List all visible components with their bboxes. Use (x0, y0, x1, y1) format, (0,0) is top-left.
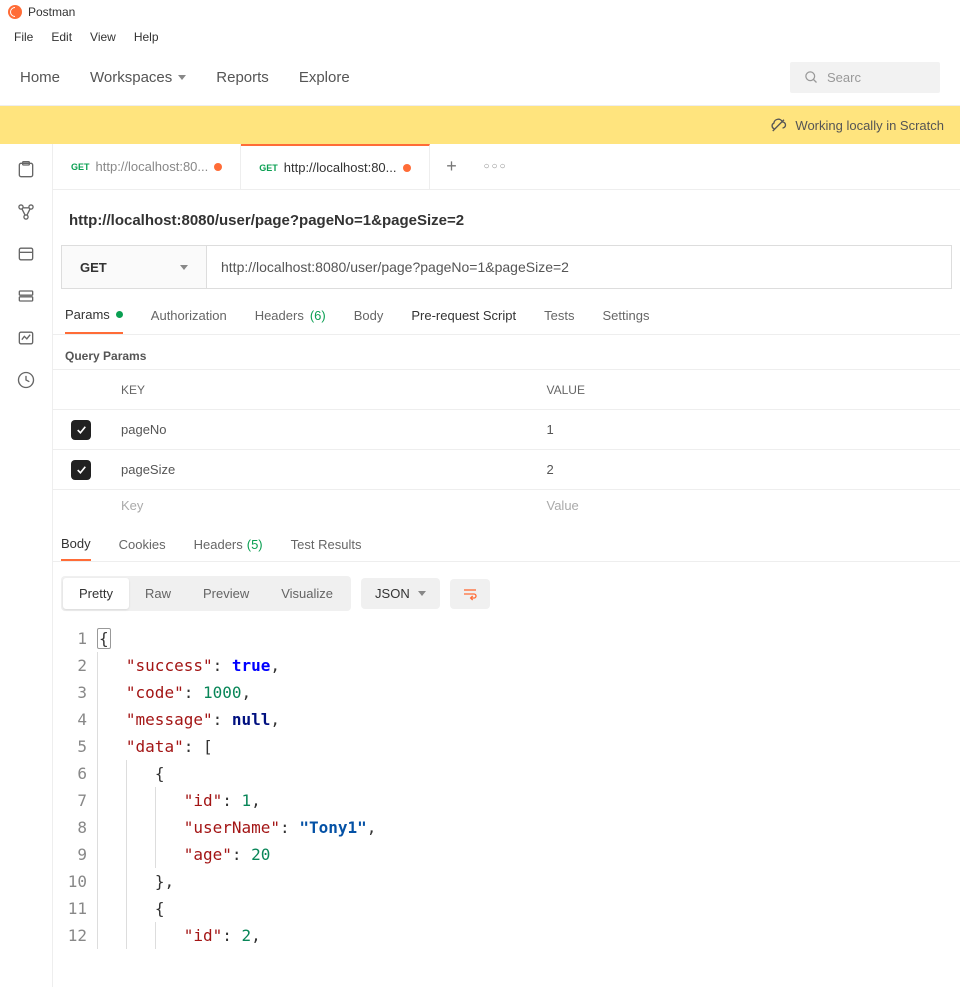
response-tabs: Body Cookies Headers (5) Test Results (53, 520, 960, 562)
tab-tests[interactable]: Tests (544, 307, 574, 334)
window-title: Postman (28, 5, 75, 19)
param-value[interactable]: 2 (535, 462, 960, 477)
table-row[interactable]: pageSize 2 (53, 450, 960, 490)
menu-edit[interactable]: Edit (43, 26, 80, 48)
tab-method: GET (71, 162, 90, 172)
resp-tab-body[interactable]: Body (61, 536, 91, 561)
menu-file[interactable]: File (6, 26, 41, 48)
nav-explore[interactable]: Explore (299, 69, 350, 86)
collections-icon[interactable] (16, 160, 36, 180)
col-value: VALUE (535, 383, 960, 397)
top-nav: Home Workspaces Reports Explore Searc (0, 50, 960, 106)
unsaved-dot (403, 164, 411, 172)
chevron-down-icon (180, 265, 188, 270)
menu-view[interactable]: View (82, 26, 124, 48)
tab-authorization[interactable]: Authorization (151, 307, 227, 334)
param-value-placeholder[interactable]: Value (535, 498, 960, 513)
nav-home[interactable]: Home (20, 69, 60, 86)
nav-reports[interactable]: Reports (216, 69, 269, 86)
tab-overflow-button[interactable]: ○○○ (474, 161, 518, 172)
chevron-down-icon (418, 591, 426, 596)
apis-icon[interactable] (16, 202, 36, 222)
tab-headers[interactable]: Headers (6) (255, 307, 326, 334)
mock-servers-icon[interactable] (16, 286, 36, 306)
window-titlebar: Postman (0, 0, 960, 24)
checkbox-checked[interactable] (71, 420, 91, 440)
search-placeholder: Searc (827, 70, 861, 85)
table-row-placeholder[interactable]: Key Value (53, 490, 960, 520)
view-preview[interactable]: Preview (187, 578, 265, 609)
tab-settings[interactable]: Settings (602, 307, 649, 334)
request-tab[interactable]: GET http://localhost:80... (53, 144, 241, 189)
format-select[interactable]: JSON (361, 578, 440, 609)
view-pretty[interactable]: Pretty (63, 578, 129, 609)
url-input[interactable]: http://localhost:8080/user/page?pageNo=1… (206, 246, 951, 288)
cloud-off-icon (769, 116, 787, 134)
checkbox-checked[interactable] (71, 460, 91, 480)
menubar: File Edit View Help (0, 24, 960, 50)
view-raw[interactable]: Raw (129, 578, 187, 609)
active-indicator-dot (116, 311, 123, 318)
col-key: KEY (109, 383, 535, 397)
tab-label: http://localhost:80... (284, 160, 397, 175)
resp-tab-cookies[interactable]: Cookies (119, 536, 166, 561)
tab-method: GET (259, 163, 278, 173)
query-params-label: Query Params (53, 335, 960, 369)
menu-help[interactable]: Help (126, 26, 167, 48)
tab-prerequest[interactable]: Pre-request Script (411, 307, 516, 334)
code-content[interactable]: { "success": true, "code": 1000, "messag… (97, 625, 960, 949)
view-mode-group: Pretty Raw Preview Visualize (61, 576, 351, 611)
environments-icon[interactable] (16, 244, 36, 264)
response-body[interactable]: 123456789101112 { "success": true, "code… (53, 625, 960, 949)
request-tabs: GET http://localhost:80... GET http://lo… (53, 144, 960, 190)
tab-params[interactable]: Params (65, 307, 123, 334)
nav-workspaces-label: Workspaces (90, 69, 172, 86)
resp-tab-headers[interactable]: Headers (5) (194, 536, 263, 561)
monitors-icon[interactable] (16, 328, 36, 348)
method-label: GET (80, 260, 107, 275)
search-icon (804, 70, 819, 85)
param-key[interactable]: pageNo (109, 422, 535, 437)
postman-app-icon (8, 5, 22, 19)
response-toolbar: Pretty Raw Preview Visualize JSON (53, 562, 960, 625)
request-title: http://localhost:8080/user/page?pageNo=1… (53, 190, 960, 241)
method-select[interactable]: GET (62, 246, 206, 288)
add-tab-button[interactable]: + (430, 156, 474, 177)
request-tab-active[interactable]: GET http://localhost:80... (241, 144, 429, 189)
tab-label: http://localhost:80... (96, 159, 209, 174)
left-rail (0, 144, 52, 987)
table-row[interactable]: pageNo 1 (53, 410, 960, 450)
tab-body[interactable]: Body (354, 307, 384, 334)
chevron-down-icon (178, 75, 186, 80)
line-gutter: 123456789101112 (61, 625, 97, 949)
unsaved-dot (214, 163, 222, 171)
wrap-lines-button[interactable] (450, 579, 490, 609)
table-header-row: KEY VALUE (53, 370, 960, 410)
params-table: KEY VALUE pageNo 1 pageSize 2 Key Value (53, 369, 960, 520)
view-visualize[interactable]: Visualize (265, 578, 349, 609)
history-icon[interactable] (16, 370, 36, 390)
banner-text: Working locally in Scratch (795, 118, 944, 133)
param-value[interactable]: 1 (535, 422, 960, 437)
nav-workspaces[interactable]: Workspaces (90, 69, 186, 86)
param-key[interactable]: pageSize (109, 462, 535, 477)
search-input[interactable]: Searc (790, 62, 940, 93)
url-row: GET http://localhost:8080/user/page?page… (61, 245, 952, 289)
request-subtabs: Params Authorization Headers (6) Body Pr… (53, 289, 960, 335)
param-key-placeholder[interactable]: Key (109, 498, 535, 513)
resp-tab-testresults[interactable]: Test Results (291, 536, 362, 561)
status-banner: Working locally in Scratch (0, 106, 960, 144)
